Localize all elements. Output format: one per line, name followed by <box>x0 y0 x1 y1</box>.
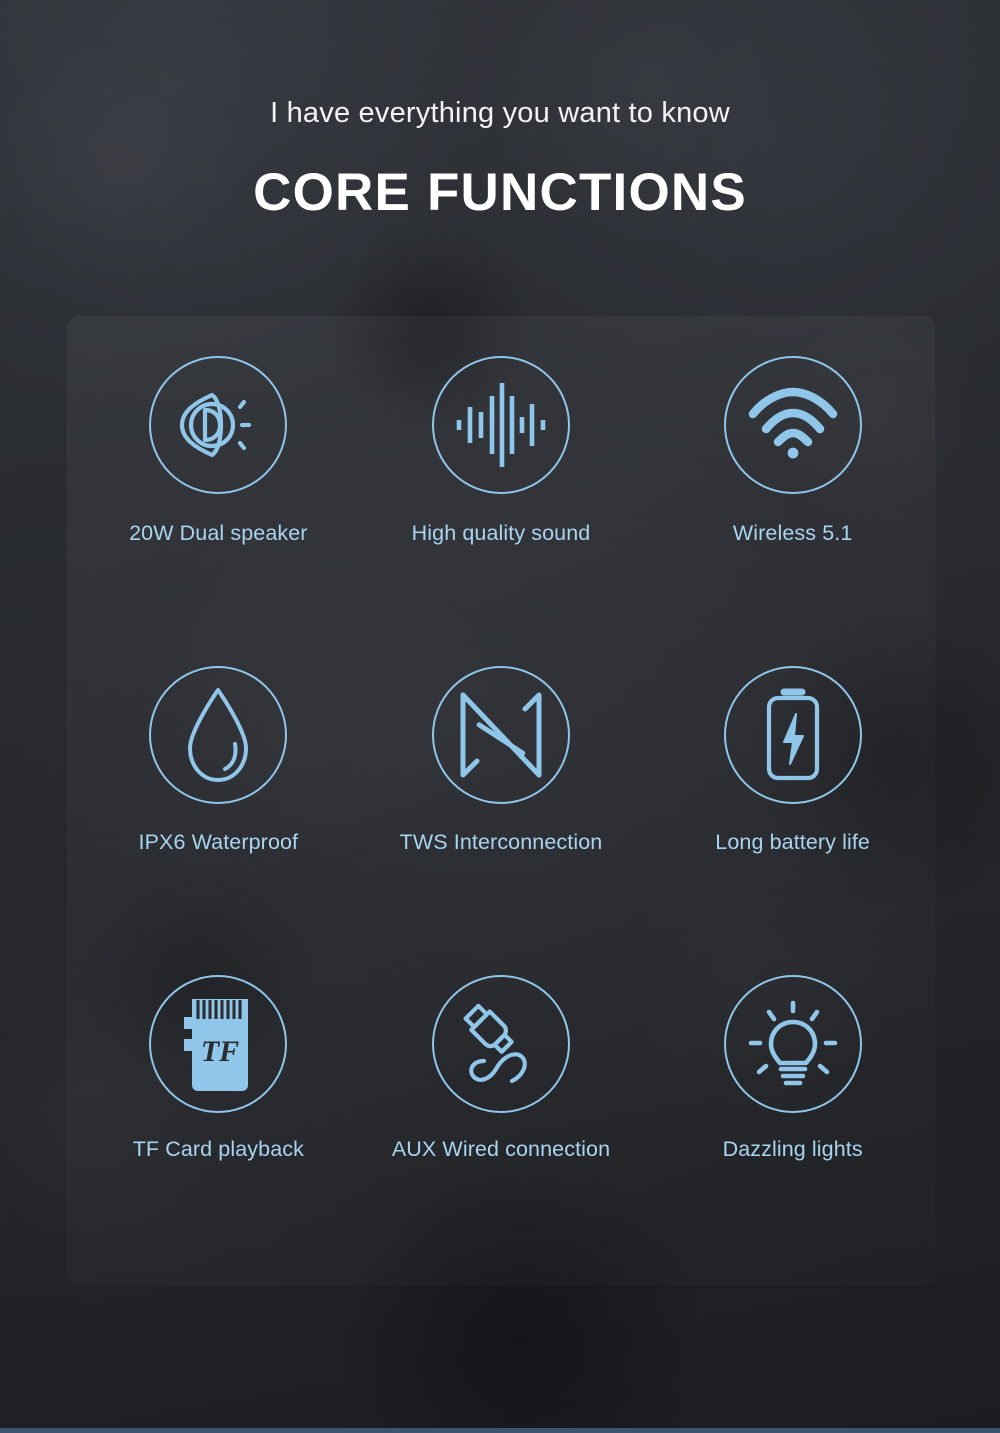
icon-ring <box>723 665 862 804</box>
tf-card-icon: TF <box>176 995 260 1093</box>
icon-ring <box>431 665 570 804</box>
features-panel: 20W Dual speaker High quality sound Wire… <box>67 316 935 1285</box>
feature-label: Wireless 5.1 <box>732 521 853 545</box>
icon-ring <box>149 356 288 494</box>
subtitle: I have everything you want to know <box>270 97 730 129</box>
header-block: I have everything you want to know CORE … <box>0 0 1000 223</box>
feature-label: Dazzling lights <box>722 1137 863 1162</box>
feature-label: 20W Dual speaker <box>129 521 308 545</box>
feature-label: TF Card playback <box>132 1137 304 1162</box>
feature-item-waterproof: IPX6 Waterproof <box>77 650 360 960</box>
bottom-accent-strip <box>0 1428 1000 1433</box>
icon-ring <box>723 356 862 494</box>
feature-item-aux: AUX Wired connection <box>360 959 643 1269</box>
feature-label: TWS Interconnection <box>399 829 603 854</box>
feature-item-high-quality-sound: High quality sound <box>360 340 643 650</box>
icon-ring: TF <box>149 975 288 1114</box>
icon-ring <box>149 665 288 804</box>
feature-label: High quality sound <box>411 521 591 545</box>
icon-ring <box>431 356 570 494</box>
tf-card-label: TF <box>201 1035 239 1068</box>
feature-item-dual-speaker: 20W Dual speaker <box>77 340 360 650</box>
feature-label: Long battery life <box>715 829 870 854</box>
feature-label: AUX Wired connection <box>391 1137 611 1162</box>
icon-ring <box>723 975 862 1114</box>
sound-waveform-icon <box>451 379 551 471</box>
icon-ring <box>431 975 570 1114</box>
tws-interconnection-icon <box>455 689 547 781</box>
water-droplet-icon <box>181 686 255 784</box>
aux-cable-plug-icon <box>454 997 548 1091</box>
feature-item-battery: Long battery life <box>642 650 925 960</box>
product-feature-graphic: I have everything you want to know CORE … <box>0 0 1000 1433</box>
wifi-wireless-icon <box>747 387 839 460</box>
feature-item-wireless: Wireless 5.1 <box>642 340 925 650</box>
feature-item-tf-card: TF TF Card playback <box>77 959 360 1269</box>
page-title: CORE FUNCTIONS <box>253 163 747 222</box>
lightbulb-icon <box>745 996 841 1092</box>
feature-item-lights: Dazzling lights <box>642 959 925 1269</box>
feature-label: IPX6 Waterproof <box>138 829 299 854</box>
features-grid: 20W Dual speaker High quality sound Wire… <box>67 316 935 1285</box>
battery-charge-icon <box>762 686 824 784</box>
feature-item-tws: TWS Interconnection <box>360 650 643 960</box>
dual-speaker-icon <box>172 385 264 465</box>
